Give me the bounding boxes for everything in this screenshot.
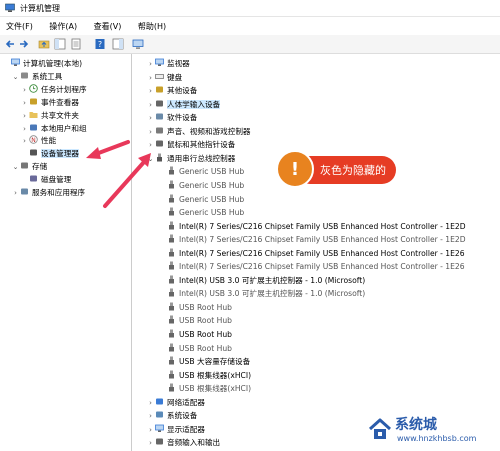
watermark-house-icon — [368, 418, 392, 439]
arrow-to-usb-controllers — [103, 153, 151, 208]
exclamation-icon: ! — [276, 150, 314, 188]
hidden-devices-callout: ! 灰色为隐藏的 — [276, 150, 396, 190]
annotation-arrows — [86, 140, 151, 208]
arrow-to-device-manager — [86, 140, 130, 159]
watermark: 系统城 www.hnzkhbsb.com — [365, 412, 500, 451]
callout-text: 灰色为隐藏的 — [320, 164, 386, 177]
watermark-text: 系统城 — [395, 417, 437, 433]
watermark-url: www.hnzkhbsb.com — [397, 434, 477, 443]
